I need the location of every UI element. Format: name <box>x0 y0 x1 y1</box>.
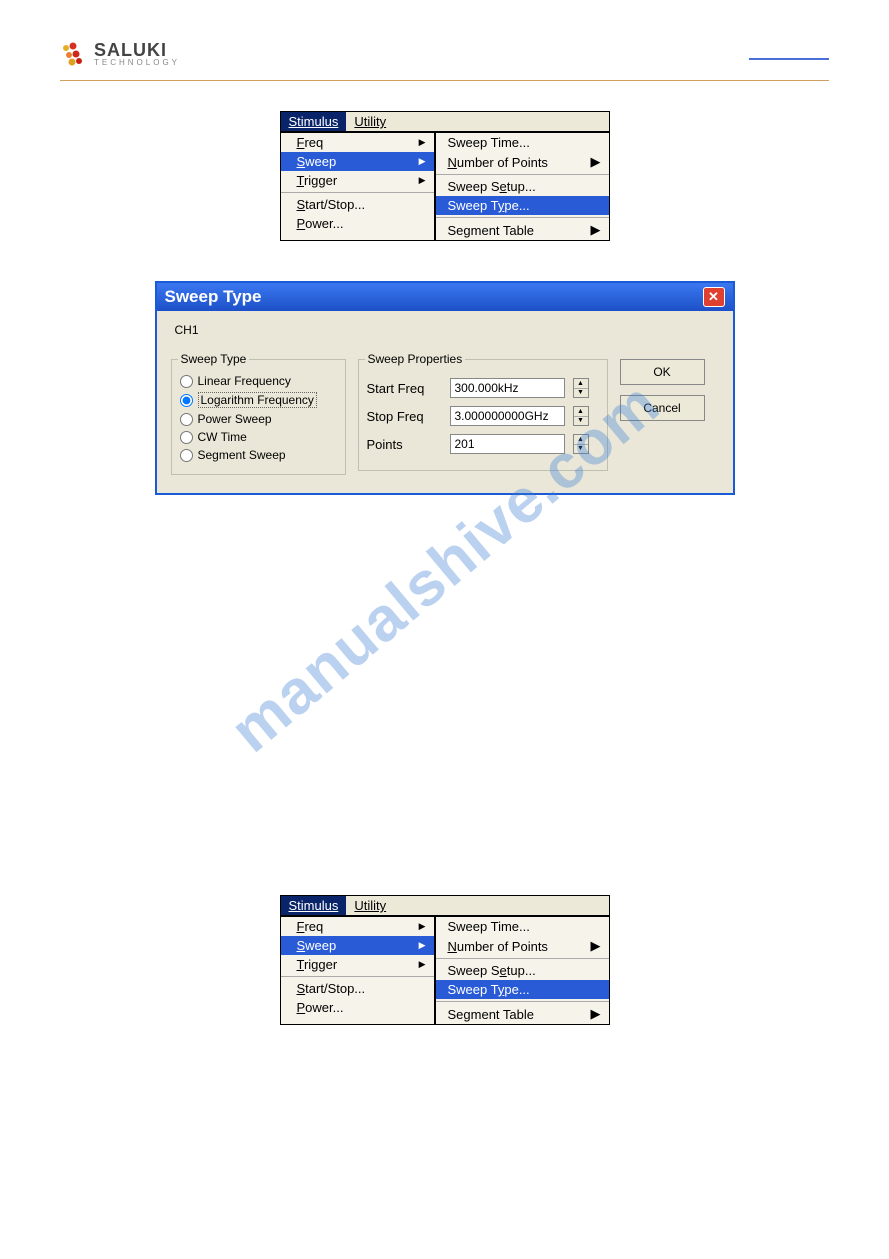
logo-icon <box>60 40 88 68</box>
group-sweep-type: Sweep Type Linear Frequency Logarithm Fr… <box>171 359 346 475</box>
sm-sweep-setup-2[interactable]: Sweep Setup... <box>436 961 609 980</box>
points-label: Points <box>367 437 442 452</box>
chevron-right-icon: ▶ <box>591 222 601 238</box>
spinner-down-icon: ▼ <box>574 445 588 454</box>
chevron-right-icon: ▶ <box>591 154 601 170</box>
sm-num-points-2[interactable]: Number of Points▶ <box>436 936 609 956</box>
spinner-up-icon: ▲ <box>574 407 588 417</box>
group-sweep-type-legend: Sweep Type <box>178 352 250 366</box>
header-accent-rule <box>749 58 829 60</box>
radio-cw[interactable]: CW Time <box>180 430 337 444</box>
dialog-titlebar: Sweep Type ✕ <box>157 283 733 311</box>
menu-stimulus[interactable]: Stimulus <box>281 112 347 131</box>
radio-log[interactable]: Logarithm Frequency <box>180 392 337 408</box>
sm-sweep-type[interactable]: Sweep Type... <box>436 196 609 215</box>
sm-segment-table[interactable]: Segment Table▶ <box>436 220 609 240</box>
stop-freq-label: Stop Freq <box>367 409 442 424</box>
dd-power-2[interactable]: Power... <box>281 998 434 1017</box>
dd-freq-2[interactable]: Freq▶ <box>281 917 434 936</box>
menubar: Stimulus Utility <box>280 111 610 132</box>
dd-power[interactable]: Power... <box>281 214 434 233</box>
channel-label: CH1 <box>175 323 719 337</box>
submenu-sweep-2: Sweep Time... Number of Points▶ Sweep Se… <box>435 916 610 1025</box>
sm-sweep-type-2[interactable]: Sweep Type... <box>436 980 609 999</box>
menu-stimulus-2[interactable]: Stimulus <box>281 896 347 915</box>
dropdown-stimulus: Freq▶ Sweep▶ Trigger▶ Start/Stop... Powe… <box>280 132 435 241</box>
ok-button[interactable]: OK <box>620 359 705 385</box>
spinner-up-icon: ▲ <box>574 435 588 445</box>
stop-freq-input[interactable] <box>450 406 565 426</box>
dd-freq[interactable]: Freq▶ <box>281 133 434 152</box>
spinner-down-icon: ▼ <box>574 389 588 398</box>
sm-sweep-setup[interactable]: Sweep Setup... <box>436 177 609 196</box>
dd-sweep-2[interactable]: Sweep▶ <box>281 936 434 955</box>
menubar-2: Stimulus Utility <box>280 895 610 916</box>
logo-sub: TECHNOLOGY <box>94 59 180 67</box>
radio-segment[interactable]: Segment Sweep <box>180 448 337 462</box>
dd-sweep[interactable]: Sweep▶ <box>281 152 434 171</box>
sm-num-points[interactable]: Number of Points▶ <box>436 152 609 172</box>
chevron-right-icon: ▶ <box>419 137 426 148</box>
sm-segment-table-2[interactable]: Segment Table▶ <box>436 1004 609 1024</box>
logo-text: SALUKI TECHNOLOGY <box>94 41 180 67</box>
radio-linear[interactable]: Linear Frequency <box>180 374 337 388</box>
start-freq-label: Start Freq <box>367 381 442 396</box>
dialog-sweep-type: Sweep Type ✕ CH1 Sweep Type Linear Frequ… <box>155 281 735 495</box>
submenu-sweep: Sweep Time... Number of Points▶ Sweep Se… <box>435 132 610 241</box>
dropdown-stimulus-2: Freq▶ Sweep▶ Trigger▶ Start/Stop... Powe… <box>280 916 435 1025</box>
radio-power[interactable]: Power Sweep <box>180 412 337 426</box>
dd-trigger[interactable]: Trigger▶ <box>281 171 434 190</box>
dialog-title: Sweep Type <box>165 287 262 307</box>
chevron-right-icon: ▶ <box>591 938 601 954</box>
sm-sweep-time[interactable]: Sweep Time... <box>436 133 609 152</box>
close-icon: ✕ <box>708 289 719 305</box>
points-spinner[interactable]: ▲▼ <box>573 434 589 454</box>
chevron-right-icon: ▶ <box>591 1006 601 1022</box>
dd-trigger-2[interactable]: Trigger▶ <box>281 955 434 974</box>
logo-name: SALUKI <box>94 41 180 59</box>
spinner-down-icon: ▼ <box>574 417 588 426</box>
cancel-button[interactable]: Cancel <box>620 395 705 421</box>
start-freq-spinner[interactable]: ▲▼ <box>573 378 589 398</box>
dd-startstop[interactable]: Start/Stop... <box>281 195 434 214</box>
chevron-right-icon: ▶ <box>419 156 426 167</box>
sm-sweep-time-2[interactable]: Sweep Time... <box>436 917 609 936</box>
chevron-right-icon: ▶ <box>419 175 426 186</box>
menu-utility-2[interactable]: Utility <box>346 896 394 915</box>
chevron-right-icon: ▶ <box>419 940 426 951</box>
menu-utility[interactable]: Utility <box>346 112 394 131</box>
dd-startstop-2[interactable]: Start/Stop... <box>281 979 434 998</box>
chevron-right-icon: ▶ <box>419 921 426 932</box>
page-header: SALUKI TECHNOLOGY <box>60 40 829 81</box>
stop-freq-spinner[interactable]: ▲▼ <box>573 406 589 426</box>
points-input[interactable] <box>450 434 565 454</box>
group-sweep-props-legend: Sweep Properties <box>365 352 466 366</box>
start-freq-input[interactable] <box>450 378 565 398</box>
spinner-up-icon: ▲ <box>574 379 588 389</box>
close-button[interactable]: ✕ <box>703 287 725 307</box>
chevron-right-icon: ▶ <box>419 959 426 970</box>
group-sweep-properties: Sweep Properties Start Freq ▲▼ Stop Freq… <box>358 359 608 471</box>
